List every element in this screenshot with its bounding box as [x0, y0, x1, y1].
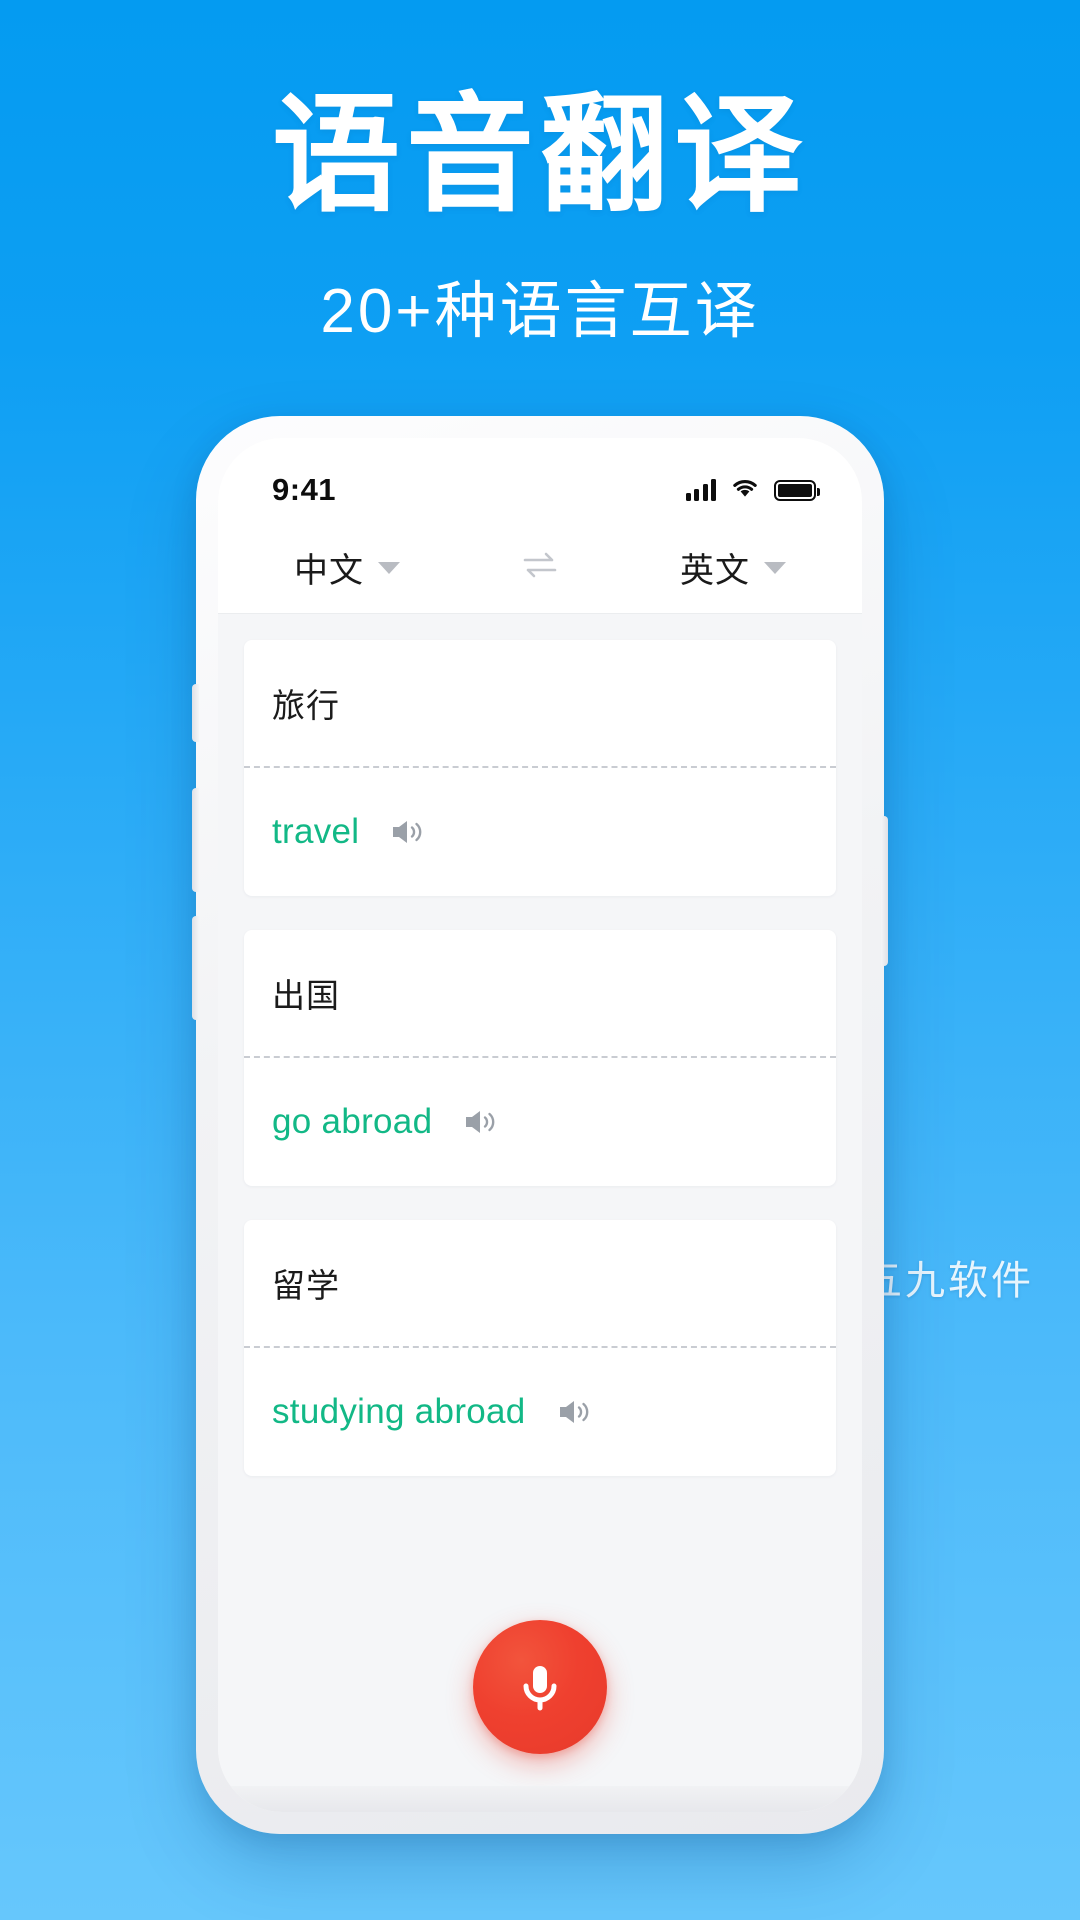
home-indicator-strip: [218, 1786, 862, 1812]
record-mic-button[interactable]: [473, 1620, 607, 1754]
status-bar: 9:41: [218, 438, 862, 522]
translation-card[interactable]: 出国 go abroad: [244, 930, 836, 1186]
source-row: 留学: [244, 1220, 836, 1348]
source-row: 出国: [244, 930, 836, 1058]
chevron-down-icon: [764, 561, 786, 574]
translation-row: travel: [244, 768, 836, 896]
translation-text: go abroad: [272, 1102, 433, 1141]
swap-arrows-icon: [523, 552, 557, 578]
page-title: 语音翻译: [271, 84, 808, 227]
speaker-icon[interactable]: [389, 816, 427, 848]
source-text: 留学: [272, 1267, 340, 1304]
volume-down-button[interactable]: [192, 916, 199, 1020]
source-language-selector[interactable]: 中文: [294, 543, 400, 592]
wifi-icon: [731, 477, 759, 504]
volume-up-button[interactable]: [192, 788, 199, 892]
swap-languages-button[interactable]: [518, 547, 562, 588]
translation-list: 旅行 travel 出国 go abroad 留学 studying abroa…: [218, 614, 862, 1812]
microphone-icon: [523, 1666, 557, 1711]
target-language-label: 英文: [680, 552, 750, 590]
translation-card[interactable]: 留学 studying abroad: [244, 1220, 836, 1476]
translation-text: studying abroad: [272, 1392, 526, 1431]
translation-row: studying abroad: [244, 1348, 836, 1476]
power-button[interactable]: [881, 816, 888, 966]
language-selector-bar: 中文 英文: [218, 522, 862, 614]
signal-bars-icon: [685, 479, 716, 501]
speaker-icon[interactable]: [462, 1106, 500, 1138]
mute-switch-button[interactable]: [192, 684, 199, 742]
target-language-selector[interactable]: 英文: [680, 543, 786, 592]
status-time: 9:41: [272, 472, 337, 507]
chevron-down-icon: [378, 561, 400, 574]
source-text: 出国: [272, 977, 340, 1014]
translation-row: go abroad: [244, 1058, 836, 1186]
translation-text: travel: [272, 812, 360, 851]
speaker-icon[interactable]: [556, 1396, 594, 1428]
source-row: 旅行: [244, 640, 836, 768]
mic-button-area: [218, 1620, 862, 1754]
battery-full-icon: [774, 479, 820, 501]
source-language-label: 中文: [294, 552, 364, 590]
watermark: 五九软件: [862, 1258, 1034, 1303]
phone-mockup: 9:41 中文 英文 旅行 travel 出国 go abroad 留学 stu…: [192, 416, 888, 1834]
translation-card[interactable]: 旅行 travel: [244, 640, 836, 896]
source-text: 旅行: [272, 687, 340, 724]
page-subtitle: 20+种语言互译: [320, 277, 760, 347]
status-icons: [685, 477, 820, 504]
promo-header: 语音翻译 20+种语言互译: [0, 80, 1080, 349]
phone-screen: 9:41 中文 英文 旅行 travel 出国 go abroad 留学 stu…: [218, 438, 862, 1812]
